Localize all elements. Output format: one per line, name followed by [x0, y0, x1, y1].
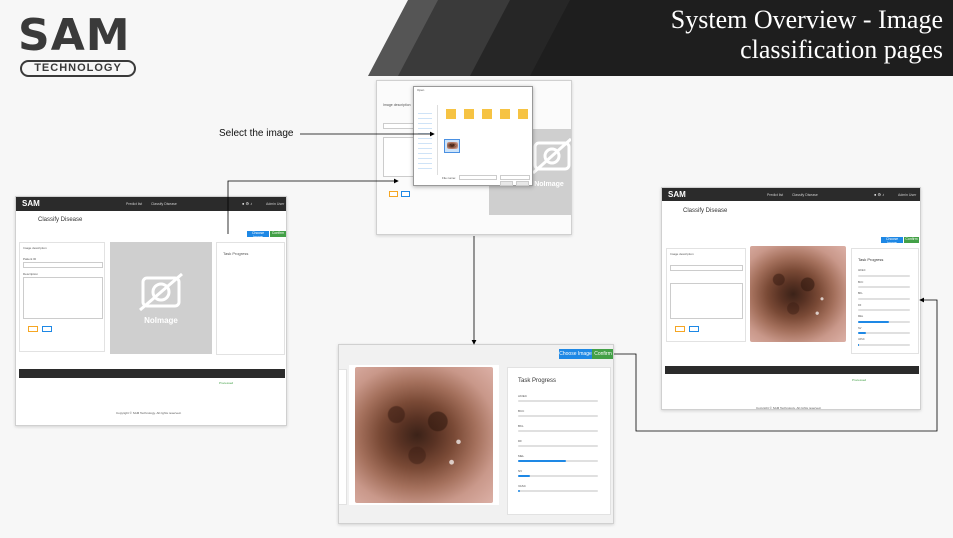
arrow-choose-to-dialog: [227, 178, 399, 234]
connector-overlay: [227, 131, 938, 432]
arrow-confirm-to-result: [614, 297, 938, 432]
